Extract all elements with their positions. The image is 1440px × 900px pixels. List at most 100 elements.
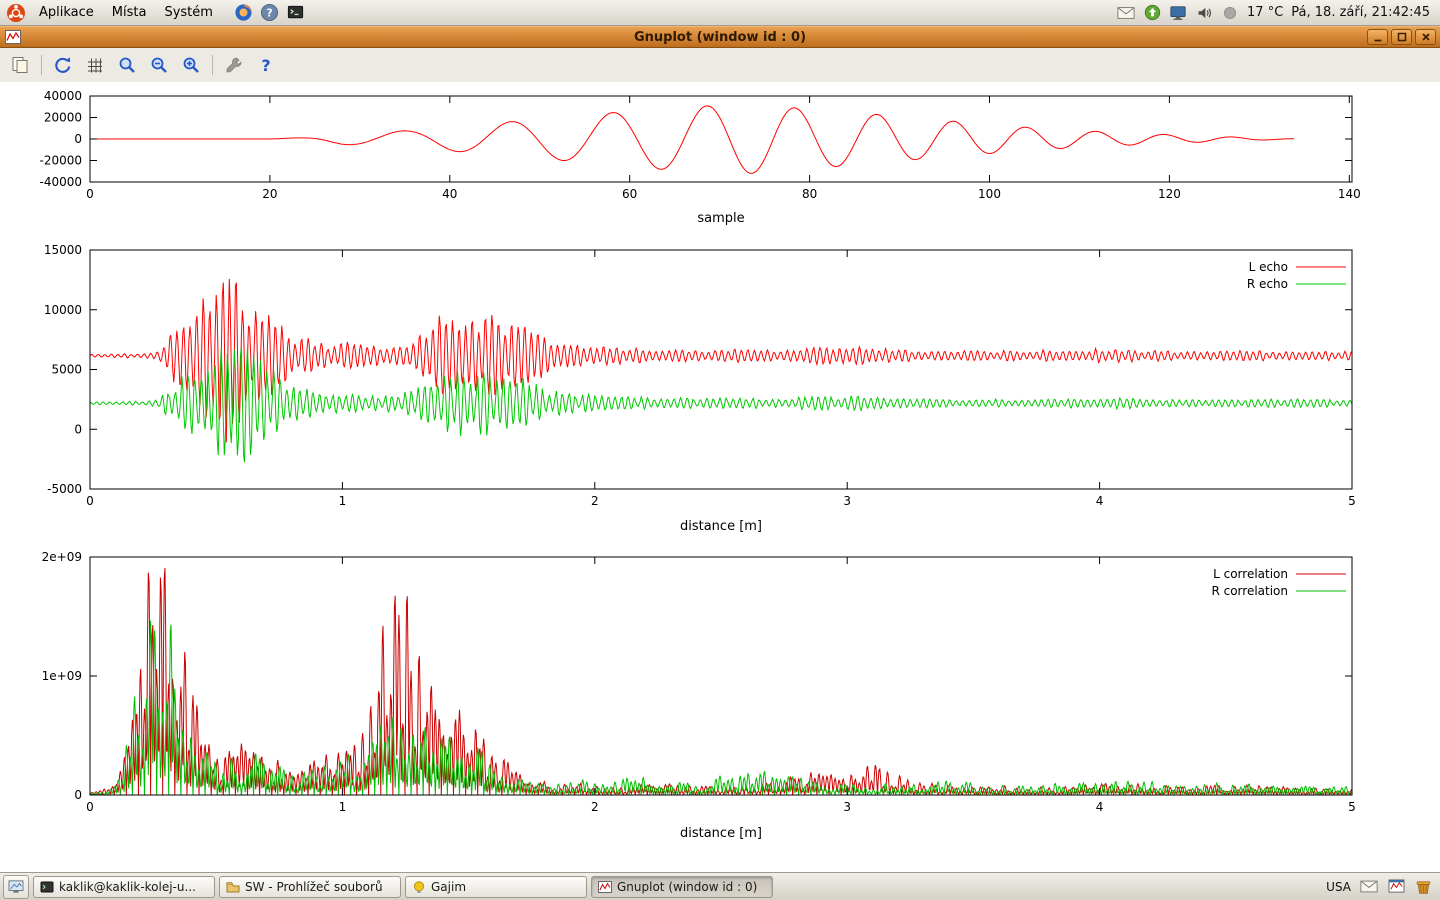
x-tick-label: 3 — [843, 494, 851, 508]
show-desktop-button[interactable] — [3, 875, 29, 899]
x-tick-label: 1 — [339, 800, 347, 814]
trash-icon[interactable] — [1414, 878, 1432, 896]
menu-aplikace[interactable]: Aplikace — [30, 3, 103, 22]
x-tick-label: 0 — [86, 494, 94, 508]
x-tick-label: 5 — [1348, 494, 1356, 508]
x-axis-label: distance [m] — [680, 519, 762, 534]
x-tick-label: 0 — [86, 187, 94, 201]
series-R-echo — [90, 347, 1352, 462]
series-L-correlation — [90, 568, 1352, 795]
taskbar: kaklik@kaklik-kolej-u... SW - Prohlížeč … — [0, 872, 1440, 900]
mail-icon[interactable] — [1117, 4, 1135, 22]
toolbar-separator — [41, 55, 42, 75]
grid-icon[interactable] — [81, 51, 109, 79]
legend-label: L correlation — [1213, 567, 1288, 581]
legend-label: R echo — [1247, 277, 1288, 291]
x-tick-label: 0 — [86, 800, 94, 814]
plot-area: 020406080100120140-40000-200000200004000… — [0, 82, 1440, 872]
series-L-echo — [90, 279, 1352, 442]
x-tick-label: 2 — [591, 494, 599, 508]
x-axis-label: sample — [697, 211, 744, 226]
clock-label[interactable]: Pá, 18. září, 21:42:45 — [1291, 5, 1430, 20]
minimize-button[interactable] — [1367, 29, 1388, 45]
help-icon[interactable]: ? — [260, 3, 280, 23]
gnuplot-icon — [598, 880, 612, 894]
close-button[interactable] — [1415, 29, 1436, 45]
task-label: kaklik@kaklik-kolej-u... — [59, 880, 196, 894]
series-chart1 — [90, 106, 1294, 173]
y-tick-label: -20000 — [39, 154, 82, 168]
mail-icon[interactable] — [1360, 878, 1378, 896]
terminal-icon[interactable] — [286, 3, 306, 23]
keyboard-layout-indicator[interactable]: USA — [1326, 880, 1351, 894]
task-label: SW - Prohlížeč souborů — [245, 880, 383, 894]
chart-icon[interactable] — [1387, 878, 1405, 896]
task-label: Gnuplot (window id : 0) — [617, 880, 757, 894]
toolbar: ? — [0, 48, 1440, 83]
volume-icon[interactable] — [1195, 4, 1213, 22]
updates-icon[interactable] — [1143, 4, 1161, 22]
x-tick-label: 100 — [978, 187, 1001, 201]
gnuplot-window: Gnuplot (window id : 0) — [0, 26, 1440, 872]
chart3-border — [90, 557, 1352, 795]
window-title: Gnuplot (window id : 0) — [0, 30, 1440, 45]
x-tick-label: 140 — [1338, 187, 1361, 201]
legend-label: L echo — [1249, 260, 1288, 274]
x-tick-label: 4 — [1096, 800, 1104, 814]
task-gnuplot[interactable]: Gnuplot (window id : 0) — [591, 876, 773, 898]
y-tick-label: 15000 — [44, 243, 82, 257]
titlebar[interactable]: Gnuplot (window id : 0) — [0, 26, 1440, 48]
maximize-button[interactable] — [1391, 29, 1412, 45]
menu-system[interactable]: Systém — [155, 3, 221, 22]
x-tick-label: 120 — [1158, 187, 1181, 201]
menu-mista[interactable]: Místa — [103, 3, 156, 22]
x-tick-label: 40 — [442, 187, 457, 201]
y-tick-label: 40000 — [44, 89, 82, 103]
y-tick-label: 20000 — [44, 111, 82, 125]
legend-label: R correlation — [1211, 584, 1288, 598]
y-tick-label: 0 — [74, 788, 82, 802]
settings-icon[interactable] — [220, 51, 248, 79]
temperature-label[interactable]: 17 °C — [1247, 5, 1283, 20]
x-tick-label: 2 — [591, 800, 599, 814]
x-tick-label: 4 — [1096, 494, 1104, 508]
y-tick-label: 10000 — [44, 303, 82, 317]
zoom-next-icon[interactable] — [177, 51, 205, 79]
display-icon[interactable] — [1169, 4, 1187, 22]
y-tick-label: 5000 — [51, 363, 82, 377]
weather-icon[interactable] — [1221, 4, 1239, 22]
zoom-autoscale-icon[interactable] — [113, 51, 141, 79]
svg-text:?: ? — [267, 7, 273, 19]
x-tick-label: 80 — [802, 187, 817, 201]
toolbar-separator — [212, 55, 213, 75]
zoom-previous-icon[interactable] — [145, 51, 173, 79]
x-tick-label: 3 — [843, 800, 851, 814]
firefox-icon[interactable] — [234, 3, 254, 23]
y-tick-label: 2e+09 — [42, 550, 82, 564]
panel-launchers: ? — [234, 3, 306, 23]
copy-icon[interactable] — [6, 51, 34, 79]
task-file-manager[interactable]: SW - Prohlížeč souborů — [219, 876, 401, 898]
file-manager-icon — [226, 880, 240, 894]
y-tick-label: 0 — [74, 132, 82, 146]
task-terminal[interactable]: kaklik@kaklik-kolej-u... — [33, 876, 215, 898]
y-tick-label: -40000 — [39, 175, 82, 189]
terminal-icon — [40, 880, 54, 894]
top-panel: Aplikace Místa Systém ? — [0, 0, 1440, 26]
y-tick-label: 1e+09 — [42, 669, 82, 683]
ubuntu-logo-icon[interactable] — [6, 3, 26, 23]
x-tick-label: 20 — [262, 187, 277, 201]
charts-canvas: 020406080100120140-40000-200000200004000… — [0, 82, 1440, 872]
x-tick-label: 5 — [1348, 800, 1356, 814]
gajim-icon — [412, 880, 426, 894]
replot-icon[interactable] — [49, 51, 77, 79]
x-tick-label: 1 — [339, 494, 347, 508]
series-R-correlation — [90, 621, 1352, 795]
help-icon[interactable]: ? — [252, 51, 280, 79]
titlebar-buttons — [1367, 29, 1440, 45]
y-tick-label: -5000 — [47, 482, 82, 496]
y-tick-label: 0 — [74, 422, 82, 436]
ubuntu-logo-icon — [6, 3, 26, 23]
task-gajim[interactable]: Gajim — [405, 876, 587, 898]
x-tick-label: 60 — [622, 187, 637, 201]
